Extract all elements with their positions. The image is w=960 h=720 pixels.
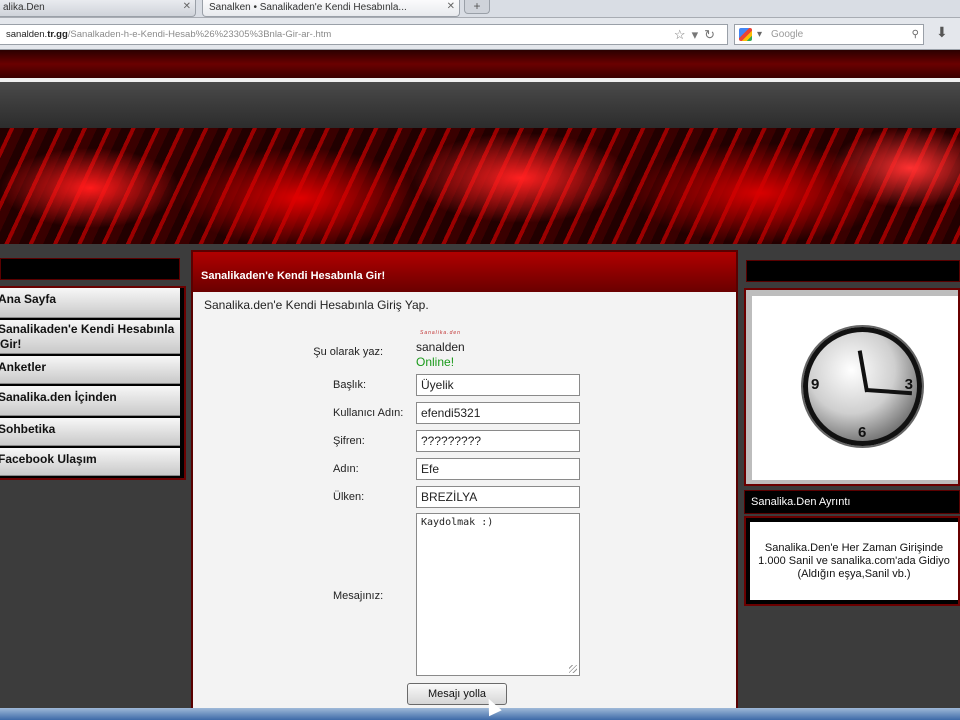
message-textarea[interactable]: Kaydolmak :): [416, 513, 580, 676]
username-text: sanalden: [416, 340, 465, 354]
clock-number: 3: [904, 376, 913, 393]
subject-label: Başlık:: [333, 379, 367, 391]
as-label: Şu olarak yaz:: [313, 346, 383, 358]
message-label: Mesajınız:: [333, 590, 384, 602]
close-icon[interactable]: ✕: [447, 1, 455, 12]
details-line: Sanalika.Den'e Her Zaman Girişinde: [764, 542, 944, 554]
sidebar-item-label: Sohbetika: [0, 422, 56, 436]
browser-tab-title: Sanalken • Sanalikaden'e Kendi Hesabınla…: [209, 2, 407, 13]
status-text: Online!: [416, 355, 455, 369]
page-intro: Sanalika.den'e Kendi Hesabınla Giriş Yap…: [204, 298, 429, 312]
sidebar-item-label: Ana Sayfa: [0, 292, 57, 306]
sidebar-item-hesap-gir[interactable]: Sanalikaden'e Kendi Hesabınla Gir!: [0, 320, 180, 354]
subject-field[interactable]: Üyelik: [416, 374, 580, 396]
url-domain-bold: tr.gg: [47, 29, 68, 40]
taskbar: [0, 708, 960, 720]
close-icon[interactable]: ✕: [183, 1, 191, 12]
sidebar-item-icinden[interactable]: Sanalika.den İçinden: [0, 386, 180, 416]
page-title: Sanalikaden'e Kendi Hesabınla Gir!: [193, 252, 736, 292]
clock-panel: 9 3 6: [752, 296, 958, 480]
username-field[interactable]: efendi5321: [416, 402, 580, 424]
sidebar-item-label: Facebook Ulaşım: [0, 452, 97, 466]
details-text: Sanalika.Den'e Her Zaman Girişinde 1.000…: [750, 522, 958, 600]
download-icon[interactable]: ⬇: [936, 24, 948, 41]
details-box: Sanalika.Den'e Her Zaman Girişinde 1.000…: [744, 516, 960, 606]
right-title-bar: [746, 260, 960, 282]
main-content: Sanalikaden'e Kendi Hesabınla Gir! Sanal…: [191, 250, 738, 720]
site-top-strip: [0, 50, 960, 78]
details-line: (Aldığın eşya,Sanil vb.): [797, 568, 911, 580]
search-icon[interactable]: ⚲: [912, 25, 919, 44]
new-tab-button[interactable]: +: [464, 0, 490, 14]
browser-tab-title: alika.Den: [3, 2, 45, 13]
clock-widget: 9 3 6: [744, 288, 960, 486]
google-icon: [739, 28, 752, 41]
password-field[interactable]: ?????????: [416, 430, 580, 452]
sidebar-item-ana-sayfa[interactable]: Ana Sayfa: [0, 288, 180, 318]
resize-grip-icon[interactable]: [569, 665, 577, 673]
clock-number: 6: [858, 424, 867, 441]
sidebar-item-facebook[interactable]: Facebook Ulaşım: [0, 448, 180, 476]
address-bar[interactable]: sanalden.tr.gg/Sanalkaden-h-e-Kendi-Hesa…: [0, 24, 728, 45]
browser-nav-bar: sanalden.tr.gg/Sanalkaden-h-e-Kendi-Hesa…: [0, 18, 960, 50]
sidebar-menu: Ana Sayfa Sanalikaden'e Kendi Hesabınla …: [0, 286, 186, 480]
site-banner: [0, 128, 960, 244]
sidebar-item-sohbetika[interactable]: Sohbetika: [0, 418, 180, 446]
country-label: Ülken:: [333, 491, 365, 503]
clock-icon: 9 3 6: [803, 327, 922, 446]
chevron-down-icon[interactable]: ▾: [757, 25, 762, 44]
name-label: Adın:: [333, 463, 359, 475]
details-line: 1.000 Sanil ve sanalika.com'ada Gidiyo: [758, 555, 950, 567]
clock-hour-hand: [857, 350, 869, 393]
username-label: Kullanıcı Adın:: [333, 407, 404, 419]
avatar: Sanalika.den: [420, 330, 461, 336]
sidebar-item-label: Anketler: [0, 360, 47, 374]
site-nav-band: [0, 82, 960, 128]
search-placeholder: Google: [771, 29, 804, 40]
clock-number: 9: [811, 376, 820, 393]
browser-tab-active[interactable]: Sanalken • Sanalikaden'e Kendi Hesabınla…: [202, 0, 460, 17]
browser-tab[interactable]: alika.Den ✕: [0, 0, 196, 17]
sidebar-title-bar: [0, 258, 180, 280]
sidebar-item-label: Sanalika.den İçinden: [0, 390, 117, 404]
sidebar-item-label: Sanalikaden'e Kendi Hesabınla Gir!: [0, 322, 175, 351]
search-input[interactable]: ▾ Google ⚲: [734, 24, 924, 45]
country-field[interactable]: BREZİLYA: [416, 486, 580, 508]
url-domain: sanalden.: [6, 29, 48, 40]
password-label: Şifren:: [333, 435, 365, 447]
name-field[interactable]: Efe: [416, 458, 580, 480]
message-text: Kaydolmak :): [421, 517, 494, 528]
bookmark-star-icon[interactable]: ☆▾↻: [674, 25, 721, 44]
sidebar-item-anketler[interactable]: Anketler: [0, 356, 180, 384]
browser-tab-bar: alika.Den ✕ Sanalken • Sanalikaden'e Ken…: [0, 0, 960, 18]
details-title: Sanalika.Den Ayrıntı: [744, 490, 960, 514]
url-path: /Sanalkaden-h-e-Kendi-Hesab%26%23305%3Bn…: [67, 29, 332, 40]
